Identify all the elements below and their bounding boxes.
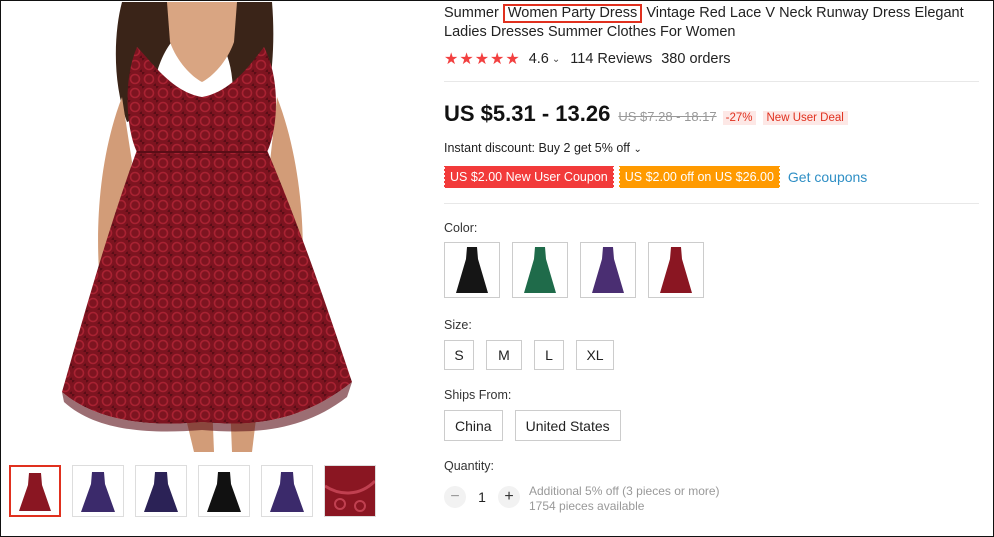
thumbnail-navy[interactable]: [72, 465, 124, 517]
color-option-purple[interactable]: [580, 242, 636, 298]
chevron-down-icon[interactable]: ⌄: [552, 54, 560, 65]
thumbnail-lace-detail[interactable]: [324, 465, 376, 517]
product-title: Summer Women Party Dress Vintage Red Lac…: [444, 4, 978, 41]
stock-available: 1754 pieces available: [529, 499, 645, 513]
product-gallery: [0, 0, 430, 537]
coupons-row: US $2.00 New User Coupon US $2.00 off on…: [443, 166, 867, 188]
quantity-increase-button[interactable]: +: [498, 486, 520, 508]
current-price: US $5.31 - 13.26: [444, 101, 611, 126]
instant-discount-text: Instant discount: Buy 2 get 5% off: [444, 141, 630, 155]
quantity-input[interactable]: 1: [466, 489, 498, 505]
thumbnail-strip: [9, 465, 376, 517]
size-xl-button[interactable]: XL: [576, 340, 614, 370]
rating-row: ★★★★★ 4.6 ⌄ 114 Reviews 380 orders: [444, 49, 731, 69]
bulk-discount-note: Additional 5% off (3 pieces or more): [529, 484, 720, 498]
discount-badge: -27%: [722, 111, 756, 125]
get-coupons-link[interactable]: Get coupons: [788, 169, 867, 185]
ship-from-china-button[interactable]: China: [444, 410, 503, 441]
reviews-link[interactable]: 114 Reviews: [570, 51, 652, 67]
new-user-deal-badge: New User Deal: [762, 111, 848, 125]
instant-discount[interactable]: Instant discount: Buy 2 get 5% off ⌄: [444, 141, 642, 155]
divider: [444, 203, 979, 204]
thumbnail-red[interactable]: [9, 465, 61, 517]
main-product-image[interactable]: [2, 2, 428, 452]
rating-value[interactable]: 4.6: [529, 51, 549, 67]
original-price: US $7.28 - 18.17: [618, 109, 717, 124]
price-row: US $5.31 - 13.26 US $7.28 - 18.17 -27% N…: [444, 101, 848, 127]
rating-stars: ★★★★★: [444, 51, 521, 68]
size-l-button[interactable]: L: [534, 340, 564, 370]
ships-from-options: China United States: [444, 410, 621, 441]
title-highlight: Women Party Dress: [502, 4, 643, 23]
thumbnail-dark-navy[interactable]: [135, 465, 187, 517]
ships-from-label: Ships From:: [444, 388, 512, 402]
ship-from-us-button[interactable]: United States: [514, 410, 621, 441]
thumbnail-black[interactable]: [198, 465, 250, 517]
color-option-green[interactable]: [512, 242, 568, 298]
chevron-down-icon: ⌄: [633, 144, 642, 155]
quantity-decrease-button[interactable]: −: [444, 486, 466, 508]
title-text-start: Summer: [444, 5, 503, 21]
divider: [444, 81, 979, 82]
size-options: S M L XL: [444, 340, 614, 370]
color-option-black[interactable]: [444, 242, 500, 298]
thumbnail-purple[interactable]: [261, 465, 313, 517]
color-option-red[interactable]: [648, 242, 704, 298]
new-user-coupon[interactable]: US $2.00 New User Coupon: [443, 166, 615, 188]
color-options: [444, 242, 704, 298]
quantity-note: Additional 5% off (3 pieces or more) 175…: [529, 484, 720, 514]
orders-count: 380 orders: [661, 51, 731, 67]
quantity-label: Quantity:: [444, 459, 495, 473]
color-label: Color:: [444, 221, 478, 235]
store-coupon[interactable]: US $2.00 off on US $26.00: [617, 166, 782, 188]
quantity-stepper: − 1 +: [444, 486, 520, 508]
size-m-button[interactable]: M: [486, 340, 522, 370]
size-s-button[interactable]: S: [444, 340, 474, 370]
size-label: Size:: [444, 318, 472, 332]
